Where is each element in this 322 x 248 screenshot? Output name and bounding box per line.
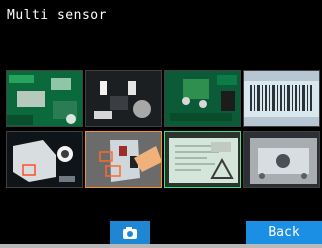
back-button[interactable]: Back	[246, 221, 322, 244]
sensor-tile-green-pcb-2[interactable]	[164, 70, 241, 127]
sensor-tile-hand-part[interactable]	[85, 131, 162, 188]
sensor-tile-dark-electronics[interactable]	[85, 70, 162, 127]
sensor-tile-white-part[interactable]	[6, 131, 83, 188]
screen-title: Multi sensor	[7, 8, 107, 23]
multi-sensor-screen: Multi sensor Back	[0, 0, 322, 244]
sensor-tile-printed-label[interactable]	[164, 131, 241, 188]
sensor-tile-barcode[interactable]	[243, 70, 320, 127]
sensor-tile-green-pcb-1[interactable]	[6, 70, 83, 127]
camera-button[interactable]	[110, 221, 150, 244]
back-button-label: Back	[268, 225, 300, 240]
sensor-grid	[6, 70, 322, 190]
camera-icon	[123, 227, 137, 239]
sensor-tile-metal-component[interactable]	[243, 131, 320, 188]
